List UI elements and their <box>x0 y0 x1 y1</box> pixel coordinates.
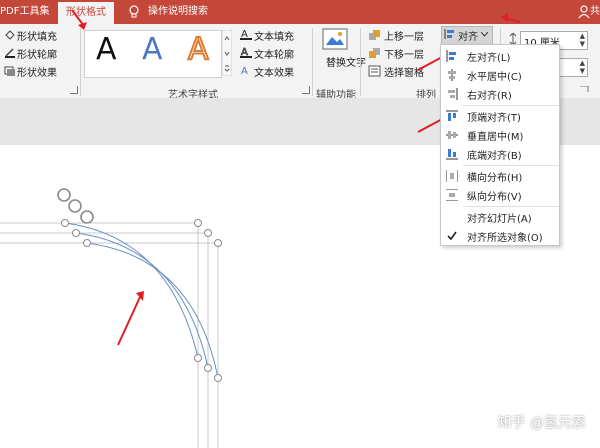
chevron-down-icon <box>481 32 488 37</box>
watermark: 知乎 @氢元素 <box>497 415 586 431</box>
tab-pdf-tools[interactable]: PDF工具集 <box>0 0 49 24</box>
align-icon <box>444 29 454 39</box>
menu-item-align-right[interactable]: 右对齐(R) <box>441 85 559 104</box>
shape-fill-icon <box>5 30 15 40</box>
tell-me-search[interactable]: 操作说明搜索 <box>148 0 208 24</box>
height-stepper[interactable]: ▲ ▼ <box>580 32 585 48</box>
menu-item-align-bottom[interactable]: 底端对齐(B) <box>441 145 559 164</box>
align-bottom-icon <box>446 149 458 160</box>
share-button[interactable]: 共 <box>590 0 600 24</box>
menu-item-align-selected-objects[interactable]: 对齐所选对象(O) <box>441 227 559 246</box>
align-middle-icon <box>446 131 458 139</box>
user-icon <box>578 5 590 19</box>
text-effects-button[interactable]: 文本效果 <box>254 64 294 79</box>
svg-text:A: A <box>241 66 248 76</box>
selection-pane-icon <box>368 65 381 77</box>
ribbon-separator <box>360 28 361 96</box>
text-outline-button[interactable]: 文本轮廓 <box>254 46 294 61</box>
wordart-style-black[interactable]: A <box>96 32 117 67</box>
menu-divider <box>463 206 559 207</box>
menu-divider <box>463 105 559 106</box>
selection-pane-button[interactable]: 选择窗格 <box>384 64 424 79</box>
text-fill-icon: A <box>240 29 252 40</box>
text-fill-button[interactable]: 文本填充 <box>254 28 294 43</box>
menu-item-align-center[interactable]: 水平居中(C) <box>441 66 559 85</box>
align-button-label: 对齐 <box>458 32 478 43</box>
shape-outline-button[interactable]: 形状轮廓 <box>17 46 57 61</box>
checkmark-icon <box>447 231 457 241</box>
align-center-icon <box>448 69 456 81</box>
send-backward-icon <box>369 48 380 58</box>
bring-forward-button[interactable]: 上移一层 <box>384 28 424 43</box>
shape-outline-icon <box>5 48 15 58</box>
selection-frames <box>0 222 219 448</box>
width-stepper[interactable]: ▲ ▼ <box>580 59 585 75</box>
tab-shape-format[interactable]: 形状格式 <box>58 2 114 24</box>
menu-item-align-middle[interactable]: 垂直居中(M) <box>441 126 559 145</box>
wordart-style-orange[interactable]: A <box>187 31 209 68</box>
menu-item-distribute-horizontally[interactable]: 横向分布(H) <box>441 167 559 186</box>
menu-item-align-to-slide[interactable]: 对齐幻灯片(A) <box>441 208 559 227</box>
align-right-icon <box>448 88 458 100</box>
shape-effects-icon <box>4 66 15 76</box>
menu-divider <box>463 165 559 166</box>
send-backward-button[interactable]: 下移一层 <box>384 46 424 61</box>
align-dropdown-menu: 左对齐(L) 水平居中(C) 右对齐(R) 顶端对齐(T) 垂直居中(M) 底端… <box>440 44 560 246</box>
wordart-style-blue[interactable]: A <box>142 32 163 67</box>
text-outline-icon: A <box>240 47 252 58</box>
ribbon-tab-bar: PDF工具集 形状格式 操作说明搜索 共 <box>0 0 600 24</box>
bring-forward-icon <box>369 30 380 40</box>
menu-item-distribute-vertically[interactable]: 纵向分布(V) <box>441 186 559 205</box>
text-effects-icon: A <box>241 66 248 76</box>
align-left-icon <box>446 50 456 62</box>
align-top-icon <box>446 110 458 121</box>
alt-text-icon <box>322 28 348 50</box>
menu-item-align-left[interactable]: 左对齐(L) <box>441 47 559 66</box>
wordart-gallery-scroll[interactable] <box>222 30 232 76</box>
rotate-handle-icon <box>57 188 94 224</box>
lightbulb-icon <box>129 5 139 18</box>
wordart-launcher[interactable] <box>302 86 310 94</box>
shape-effects-button[interactable]: 形状效果 <box>17 64 57 79</box>
size-launcher[interactable] <box>578 86 592 92</box>
distribute-horizontal-icon <box>446 170 458 182</box>
menu-item-align-top[interactable]: 顶端对齐(T) <box>441 107 559 126</box>
ribbon-separator <box>80 28 81 96</box>
ribbon-separator <box>312 28 313 96</box>
shape-fill-button[interactable]: 形状填充 <box>17 28 57 43</box>
annotation-arrow <box>117 291 144 346</box>
shape-styles-launcher[interactable] <box>70 86 78 94</box>
distribute-vertical-icon <box>446 189 458 201</box>
